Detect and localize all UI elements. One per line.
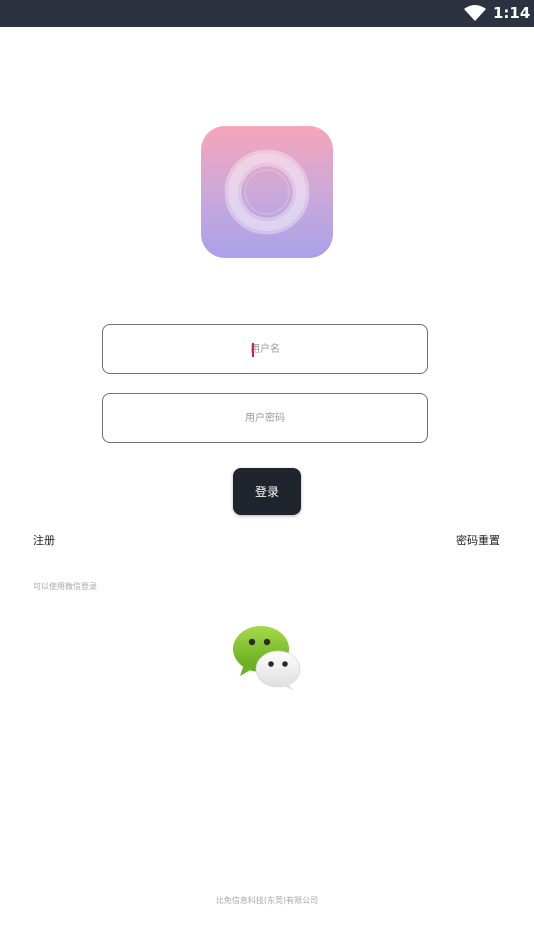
password-input[interactable]	[103, 394, 427, 442]
wifi-icon	[464, 5, 486, 21]
password-field-box	[102, 393, 428, 443]
status-bar: 1:14	[0, 0, 534, 27]
username-input[interactable]	[103, 325, 427, 373]
status-time: 1:14	[493, 4, 531, 22]
login-button[interactable]: 登录	[233, 468, 301, 515]
app-logo-ring-icon	[224, 149, 310, 235]
register-link[interactable]: 注册	[33, 532, 55, 548]
reset-password-link[interactable]: 密码重置	[456, 532, 500, 548]
footer-company-name: 比免信息科技(东莞)有限公司	[215, 896, 319, 905]
app-logo	[201, 126, 333, 258]
wechat-login-hint: 可以使用微信登录	[33, 582, 97, 591]
username-field-box	[102, 324, 428, 374]
wechat-icon[interactable]	[232, 624, 302, 692]
text-cursor	[252, 343, 254, 357]
